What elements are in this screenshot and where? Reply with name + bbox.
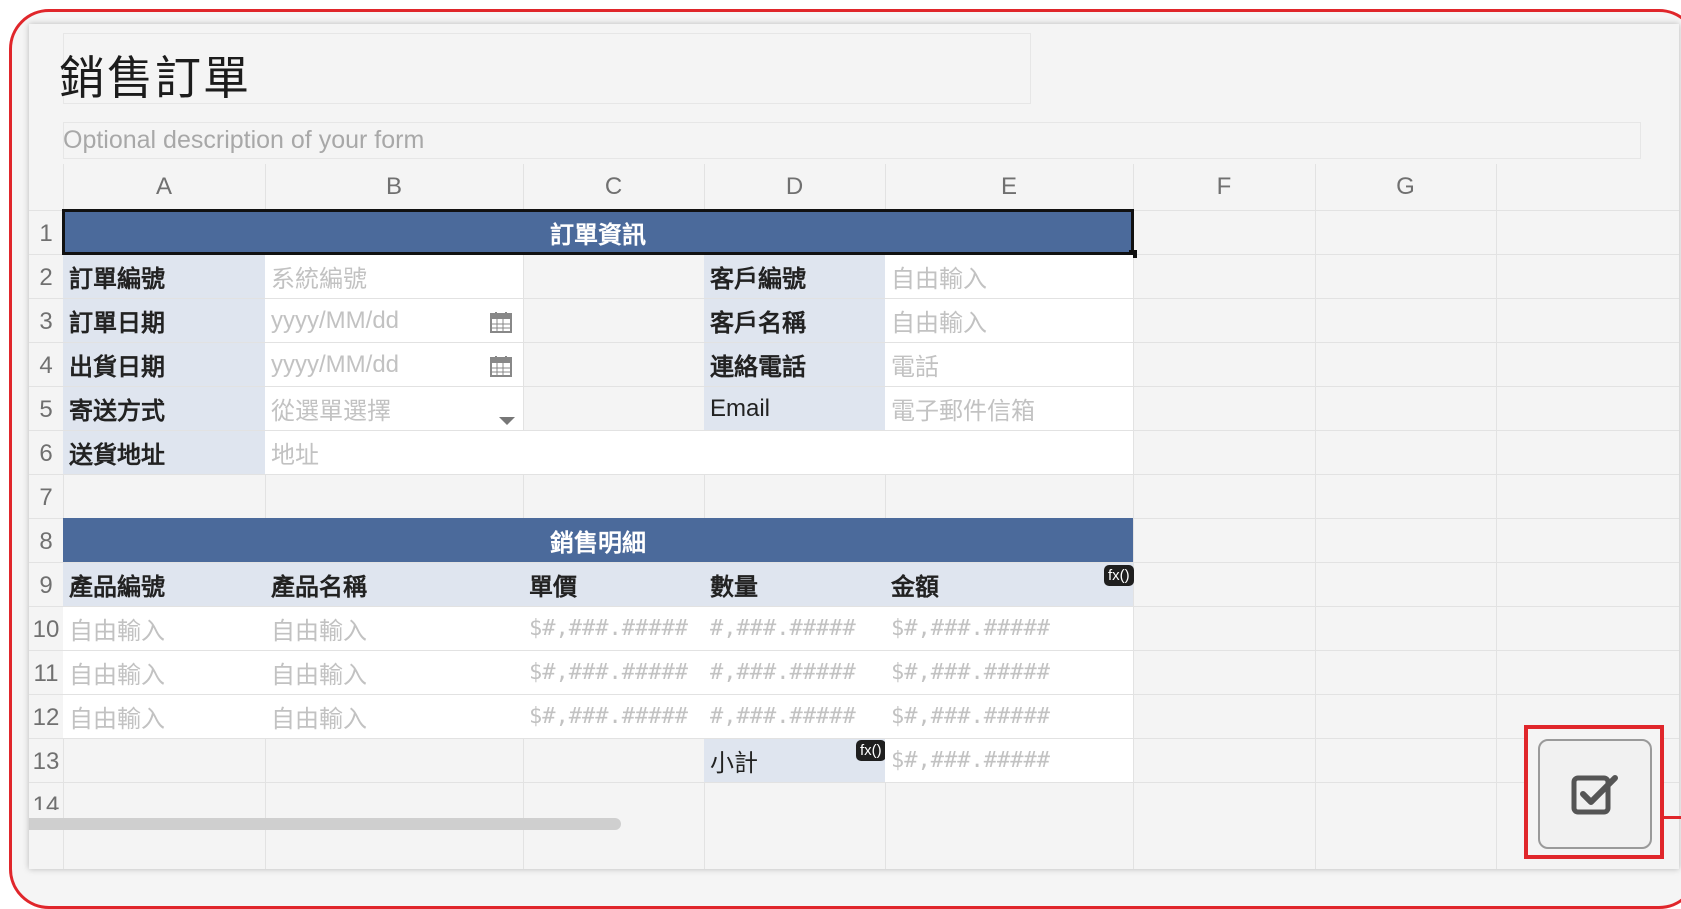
subtotal-field[interactable]: $#,###.##### — [885, 739, 1133, 782]
checkbox-check-icon — [1571, 775, 1618, 815]
grid-line — [29, 474, 1679, 475]
product-name-field[interactable]: 自由輸入 — [265, 695, 523, 738]
horizontal-scrollbar[interactable] — [29, 818, 621, 830]
grid-line — [1133, 164, 1134, 869]
customer-name-field[interactable]: 自由輸入 — [885, 299, 1133, 342]
column-header-c[interactable]: C — [523, 164, 704, 210]
row-number[interactable]: 9 — [29, 572, 63, 600]
grid-line — [1496, 164, 1497, 869]
formula-badge[interactable]: fx() — [1104, 565, 1134, 586]
form-title[interactable]: 銷售訂單 — [59, 42, 251, 108]
column-header-d[interactable]: D — [704, 164, 885, 210]
row-number[interactable]: 11 — [29, 660, 63, 688]
formula-badge[interactable]: fx() — [856, 740, 886, 761]
amount-field[interactable]: $#,###.##### — [885, 607, 1133, 650]
callout-line — [1664, 816, 1681, 819]
label-unit-price: 單價 — [523, 563, 704, 606]
label-ship-method: 寄送方式 — [63, 387, 265, 430]
label-customer-name: 客戶名稱 — [704, 299, 885, 342]
label-address: 送貨地址 — [63, 431, 265, 474]
row-number[interactable]: 14 — [29, 792, 63, 810]
save-button[interactable] — [1538, 739, 1652, 849]
product-no-field[interactable]: 自由輸入 — [63, 651, 265, 694]
order-no-field[interactable]: 系統編號 — [265, 255, 523, 298]
grid-line — [1315, 164, 1316, 869]
customer-no-field[interactable]: 自由輸入 — [885, 255, 1133, 298]
row-number[interactable]: 3 — [29, 308, 63, 336]
section-header-sales-detail[interactable]: 銷售明細 — [63, 518, 1133, 562]
row-number[interactable]: 6 — [29, 440, 63, 468]
row-number[interactable]: 2 — [29, 264, 63, 292]
product-name-field[interactable]: 自由輸入 — [265, 607, 523, 650]
grid-line — [29, 782, 1679, 783]
label-ship-date: 出貨日期 — [63, 343, 265, 386]
column-header-f[interactable]: F — [1133, 164, 1315, 210]
quantity-field[interactable]: #,###.##### — [704, 607, 885, 650]
form-editor: 銷售訂單 Optional description of your form A… — [29, 24, 1679, 869]
label-quantity: 數量 — [704, 563, 885, 606]
column-header-a[interactable]: A — [63, 164, 265, 210]
ship-method-select[interactable]: 從選單選擇 — [265, 387, 523, 430]
label-order-date: 訂單日期 — [63, 299, 265, 342]
row-number[interactable]: 8 — [29, 528, 63, 556]
label-order-no: 訂單編號 — [63, 255, 265, 298]
quantity-field[interactable]: #,###.##### — [704, 651, 885, 694]
label-phone: 連絡電話 — [704, 343, 885, 386]
label-product-no: 產品編號 — [63, 563, 265, 606]
quantity-field[interactable]: #,###.##### — [704, 695, 885, 738]
product-no-field[interactable]: 自由輸入 — [63, 695, 265, 738]
chevron-down-icon[interactable] — [499, 417, 515, 425]
order-date-field[interactable]: yyyy/MM/dd — [265, 299, 523, 342]
product-no-field[interactable]: 自由輸入 — [63, 607, 265, 650]
column-header-e[interactable]: E — [885, 164, 1133, 210]
product-name-field[interactable]: 自由輸入 — [265, 651, 523, 694]
amount-field[interactable]: $#,###.##### — [885, 651, 1133, 694]
email-field[interactable]: 電子郵件信箱 — [885, 387, 1133, 430]
label-email: Email — [704, 387, 885, 430]
row-number[interactable]: 1 — [29, 220, 63, 248]
row-number[interactable]: 4 — [29, 352, 63, 380]
phone-field[interactable]: 電話 — [885, 343, 1133, 386]
row-number[interactable]: 7 — [29, 484, 63, 512]
row-number[interactable]: 10 — [29, 616, 63, 644]
unit-price-field[interactable]: $#,###.##### — [523, 695, 704, 738]
unit-price-field[interactable]: $#,###.##### — [523, 607, 704, 650]
row-number[interactable]: 5 — [29, 396, 63, 424]
row-number[interactable]: 13 — [29, 748, 63, 776]
calendar-icon[interactable] — [489, 310, 513, 334]
section-header-order-info[interactable]: 訂單資訊 — [62, 209, 1134, 255]
address-field[interactable]: 地址 — [265, 431, 1133, 474]
column-header-b[interactable]: B — [265, 164, 523, 210]
label-amount: 金額 — [885, 563, 1133, 606]
spreadsheet-grid: A B C D E F G 1 2 3 4 5 6 7 8 9 10 11 12… — [29, 164, 1679, 869]
unit-price-field[interactable]: $#,###.##### — [523, 651, 704, 694]
label-customer-no: 客戶編號 — [704, 255, 885, 298]
form-description[interactable]: Optional description of your form — [63, 126, 424, 155]
save-button-highlight — [1524, 725, 1664, 859]
amount-field[interactable]: $#,###.##### — [885, 695, 1133, 738]
label-product-name: 產品名稱 — [265, 563, 523, 606]
column-header-g[interactable]: G — [1315, 164, 1496, 210]
calendar-icon[interactable] — [489, 354, 513, 378]
grid-line — [523, 164, 524, 869]
ship-date-field[interactable]: yyyy/MM/dd — [265, 343, 523, 386]
row-number[interactable]: 12 — [29, 704, 63, 732]
